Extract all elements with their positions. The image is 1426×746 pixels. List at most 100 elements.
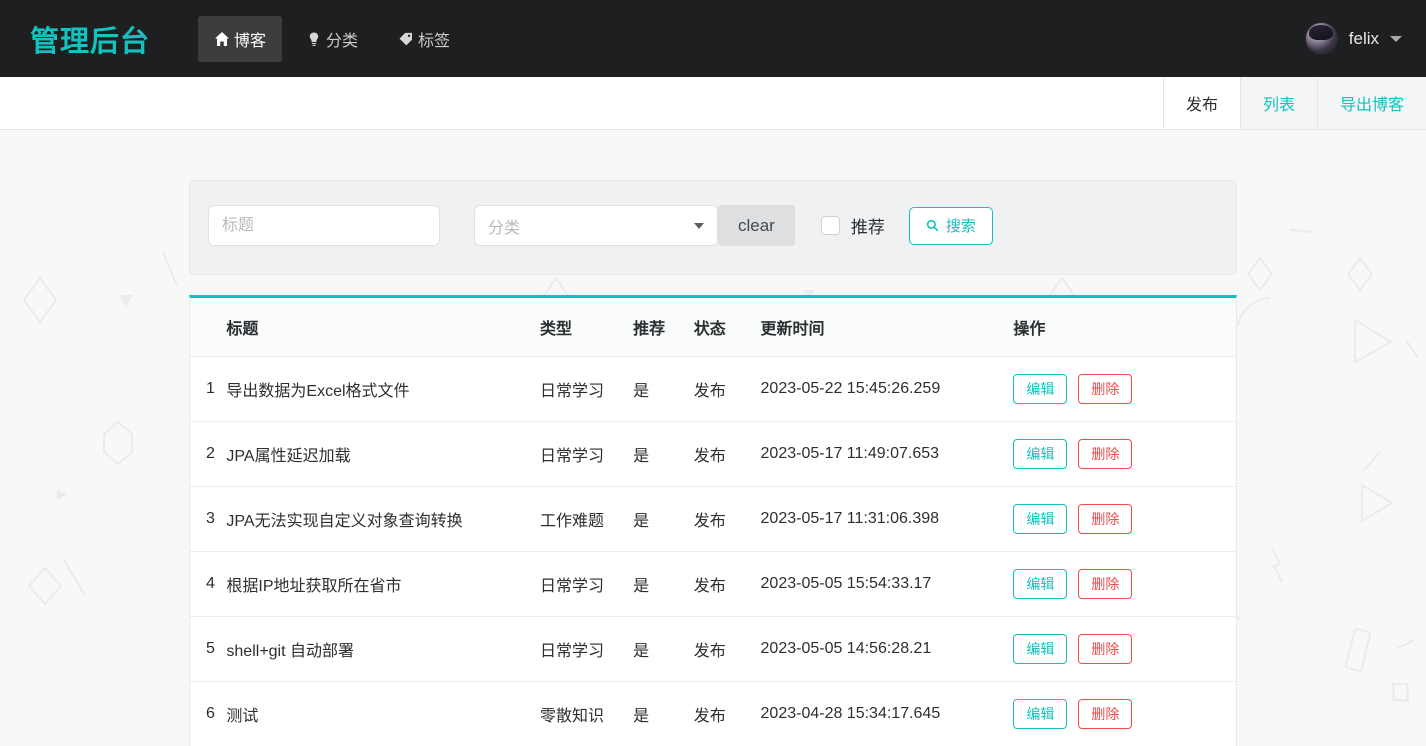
- cell-state: 发布: [693, 356, 761, 422]
- category-select[interactable]: 分类: [474, 205, 718, 246]
- table-row: 4 根据IP地址获取所在省市 日常学习是发布 2023-05-05 15:54:33.…: [190, 551, 1236, 617]
- cell-title: 测试: [226, 681, 540, 746]
- table-row: 6 测试 零散知识是发布 2023-04-28 15:34:17.645 编辑 删除: [190, 681, 1236, 746]
- table-row: 3 JPA无法实现自定义对象查询转换 工作难题是发布 2023-05-17 11:31…: [190, 486, 1236, 552]
- nav-item-blog-label: 博客: [234, 32, 267, 50]
- th-state: 状态: [693, 298, 761, 357]
- cell-recommend: 是: [633, 551, 694, 617]
- cell-updated: 2023-04-28 15:34:17.645: [760, 681, 1014, 746]
- th-title: 标题: [226, 298, 540, 357]
- tab-strip: 发布 列表 导出博客: [0, 77, 1426, 130]
- th-operation: 操作: [1013, 298, 1236, 357]
- delete-button[interactable]: 删除: [1078, 439, 1133, 469]
- cell-index: 1: [190, 356, 227, 422]
- search-button[interactable]: 搜索: [908, 206, 993, 245]
- cell-recommend: 是: [633, 486, 694, 552]
- cell-type: 零散知识: [540, 681, 634, 746]
- top-navbar: 管理后台 博客 分类 标签 felix: [0, 0, 1426, 77]
- nav-item-category[interactable]: 分类: [290, 16, 374, 62]
- cell-index: 6: [190, 681, 227, 746]
- cell-index: 2: [190, 421, 227, 487]
- cell-updated: 2023-05-17 11:49:07.653: [760, 421, 1014, 487]
- cell-type: 工作难题: [540, 486, 634, 552]
- recommend-label: 推荐: [850, 218, 885, 237]
- th-index: [190, 298, 227, 357]
- search-title-input[interactable]: [208, 205, 440, 246]
- edit-button[interactable]: 编辑: [1013, 569, 1068, 599]
- cell-recommend: 是: [633, 681, 694, 746]
- tag-icon: [398, 31, 414, 47]
- cell-title: JPA属性延迟加载: [226, 421, 540, 487]
- nav-item-tag-label: 标签: [418, 32, 451, 50]
- cell-operations: 编辑 删除: [1013, 681, 1236, 746]
- delete-button[interactable]: 删除: [1078, 569, 1133, 599]
- cell-operations: 编辑 删除: [1013, 616, 1236, 682]
- search-panel: 分类 clear 推荐 搜索: [189, 180, 1237, 275]
- chevron-down-icon: [694, 223, 704, 229]
- cell-type: 日常学习: [540, 421, 634, 487]
- edit-button[interactable]: 编辑: [1013, 634, 1068, 664]
- nav-item-tag[interactable]: 标签: [382, 16, 466, 62]
- delete-button[interactable]: 删除: [1078, 504, 1133, 534]
- cell-operations: 编辑 删除: [1013, 486, 1236, 552]
- th-updated: 更新时间: [760, 298, 1014, 357]
- user-menu[interactable]: felix: [1304, 22, 1402, 55]
- cell-title: JPA无法实现自定义对象查询转换: [226, 486, 540, 552]
- cell-operations: 编辑 删除: [1013, 421, 1236, 487]
- cell-title: shell+git 自动部署: [226, 616, 540, 682]
- delete-button[interactable]: 删除: [1078, 634, 1133, 664]
- cell-title: 导出数据为Excel格式文件: [226, 356, 540, 422]
- home-icon: [214, 31, 230, 47]
- cell-operations: 编辑 删除: [1013, 356, 1236, 422]
- table-row: 2 JPA属性延迟加载 日常学习是发布 2023-05-17 11:49:07.653…: [190, 421, 1236, 487]
- cell-type: 日常学习: [540, 551, 634, 617]
- nav-item-blog[interactable]: 博客: [198, 15, 283, 62]
- category-select-value: 分类: [488, 219, 521, 237]
- avatar: [1304, 22, 1338, 55]
- th-type: 类型: [540, 298, 634, 357]
- recommend-checkbox-group: 推荐: [820, 213, 885, 238]
- edit-button[interactable]: 编辑: [1013, 439, 1068, 469]
- category-select-wrapper: 分类: [474, 205, 718, 246]
- cell-operations: 编辑 删除: [1013, 551, 1236, 617]
- primary-nav: 博客 分类 标签: [198, 15, 466, 62]
- clear-button[interactable]: clear: [718, 205, 795, 246]
- cell-type: 日常学习: [540, 356, 634, 422]
- user-name: felix: [1348, 28, 1379, 48]
- recommend-checkbox[interactable]: [820, 216, 840, 235]
- cell-title: 根据IP地址获取所在省市: [226, 551, 540, 617]
- tab-list[interactable]: 列表: [1239, 77, 1317, 129]
- cell-type: 日常学习: [540, 616, 634, 682]
- cell-state: 发布: [693, 681, 761, 746]
- th-recommend: 推荐: [633, 298, 694, 357]
- nav-item-category-label: 分类: [326, 32, 359, 50]
- tab-publish[interactable]: 发布: [1162, 77, 1240, 129]
- table-row: 5 shell+git 自动部署 日常学习是发布 2023-05-05 14:56:2…: [190, 616, 1236, 682]
- content-wrapper: 分类 clear 推荐 搜索 标: [189, 180, 1237, 746]
- delete-button[interactable]: 删除: [1078, 374, 1133, 404]
- cell-recommend: 是: [633, 421, 694, 487]
- search-button-label: 搜索: [945, 218, 976, 235]
- cell-index: 3: [190, 486, 227, 552]
- cell-state: 发布: [693, 421, 761, 487]
- table-row: 1 导出数据为Excel格式文件 日常学习是发布 2023-05-22 15:45:2…: [190, 356, 1236, 422]
- tab-export-blog[interactable]: 导出博客: [1316, 77, 1426, 129]
- brand-title: 管理后台: [30, 25, 151, 58]
- cell-updated: 2023-05-17 11:31:06.398: [760, 486, 1014, 552]
- page-body: 分类 clear 推荐 搜索 标: [0, 130, 1426, 746]
- table-header-row: 标题 类型 推荐 状态 更新时间 操作: [190, 298, 1236, 357]
- edit-button[interactable]: 编辑: [1013, 699, 1068, 729]
- delete-button[interactable]: 删除: [1078, 699, 1133, 729]
- cell-state: 发布: [693, 551, 761, 617]
- cell-updated: 2023-05-05 15:54:33.17: [760, 551, 1014, 617]
- edit-button[interactable]: 编辑: [1013, 504, 1068, 534]
- lightbulb-icon: [306, 31, 322, 47]
- cell-state: 发布: [693, 486, 761, 552]
- cell-index: 4: [190, 551, 227, 617]
- cell-state: 发布: [693, 616, 761, 682]
- table-body: 1 导出数据为Excel格式文件 日常学习是发布 2023-05-22 15:45:2…: [190, 356, 1236, 746]
- blog-table: 标题 类型 推荐 状态 更新时间 操作 1 导出数据为Excel格式文件 日常学习是…: [190, 298, 1236, 746]
- edit-button[interactable]: 编辑: [1013, 374, 1068, 404]
- cell-updated: 2023-05-22 15:45:26.259: [760, 356, 1014, 422]
- blog-table-card: 标题 类型 推荐 状态 更新时间 操作 1 导出数据为Excel格式文件 日常学习是…: [189, 295, 1237, 746]
